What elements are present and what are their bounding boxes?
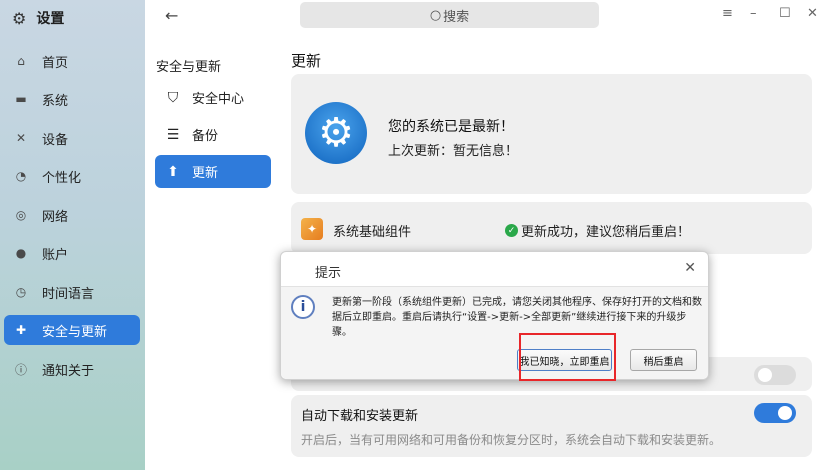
subnav-item-label: 安全中心 [192,92,245,107]
sidebar-item-devices[interactable]: ✕ 设备 [4,123,140,153]
main-panel: ← ○ 搜索 ≡ – ☐ ✕ 安全与更新 ⛉ 安全中心 ☰ 备份 ⬆ 更新 更新… [145,0,833,470]
app-title: ⚙ 设置 [12,8,64,28]
palette-icon: ◔ [15,169,27,183]
search-placeholder: 搜索 [443,9,470,25]
reboot-dialog: 提示 ✕ i 更新第一阶段（系统组件更新）已完成，请您关闭其他程序、保存好打开的… [280,251,709,380]
arrow-up-icon: ⬆ [167,163,179,180]
sidebar-item-personalization[interactable]: ◔ 个性化 [4,161,140,191]
sidebar-item-system[interactable]: ▬ 系统 [4,84,140,114]
sidebar-item-label: 网络 [42,209,69,225]
sidebar-item-account[interactable]: ● 账户 [4,238,140,268]
component-card: ✦ 系统基础组件 ✓ 更新成功，建议您稍后重启！ [291,202,812,254]
sidebar-item-label: 个性化 [42,170,82,186]
maximize-icon[interactable]: ☐ [779,6,791,21]
dialog-body: i 更新第一阶段（系统组件更新）已完成，请您关闭其他程序、保存好打开的文档和数据… [281,286,708,379]
subnav-item-security-center[interactable]: ⛉ 安全中心 [155,81,271,114]
auto-update-description: 开启后，当有可用网络和可用备份和恢复分区时，系统会自动下载和安装更新。 [301,433,722,447]
sidebar-item-notification-about[interactable]: ⓘ 通知关于 [4,354,140,384]
network-icon: ◎ [15,208,27,222]
auto-update-toggle[interactable] [754,403,796,423]
sidebar-item-label: 系统 [42,93,69,109]
subnav: 安全与更新 ⛉ 安全中心 ☰ 备份 ⬆ 更新 [145,0,285,470]
subnav-item-update[interactable]: ⬆ 更新 [155,155,271,188]
sidebar-item-label: 账户 [42,247,69,263]
puzzle-icon: ✦ [301,218,323,240]
page-title: 更新 [291,52,322,70]
shield-outline-icon: ⛉ [167,89,179,106]
app-title-label: 设置 [36,11,65,27]
sidebar-item-label: 通知关于 [42,363,95,379]
gear-icon: ⚙ [12,8,27,28]
subnav-heading: 安全与更新 [156,60,222,75]
setting-toggle[interactable] [754,365,796,385]
status-subtitle: 上次更新：暂无信息！ [388,144,519,159]
sidebar-item-label: 时间语言 [42,286,95,302]
backup-icon: ☰ [166,126,180,143]
component-name: 系统基础组件 [333,225,412,240]
dialog-message: 更新第一阶段（系统组件更新）已完成，请您关闭其他程序、保存好打开的文档和数据后立… [332,297,702,338]
dialog-title: 提示 [315,266,342,281]
check-circle-icon: ✓ [505,224,518,237]
search-input[interactable]: ○ 搜索 [300,2,599,28]
sidebar-item-time-language[interactable]: ◷ 时间语言 [4,277,140,307]
sidebar-item-security-update[interactable]: ✚ 安全与更新 [4,315,140,345]
shield-icon: ✚ [15,323,27,337]
user-icon: ● [15,246,27,260]
devices-icon: ✕ [15,131,27,145]
auto-update-card: 自动下载和安装更新 开启后，当有可用网络和可用备份和恢复分区时，系统会自动下载和… [291,395,812,457]
component-status: ✓ 更新成功，建议您稍后重启！ [505,221,690,240]
info-icon: i [291,295,315,319]
info-icon: ⓘ [14,362,27,377]
update-status-card: ⚙ 您的系统已是最新！ 上次更新：暂无信息！ [291,74,812,194]
subnav-item-label: 更新 [192,166,219,181]
clock-icon: ◷ [15,285,27,299]
sidebar: ⚙ 设置 ⌂ 首页 ▬ 系统 ✕ 设备 ◔ 个性化 ◎ 网络 ● 账户 ◷ 时间… [0,0,145,470]
sidebar-item-label: 设备 [42,132,69,148]
sidebar-item-network[interactable]: ◎ 网络 [4,200,140,230]
subnav-item-backup[interactable]: ☰ 备份 [155,118,271,151]
auto-update-label: 自动下载和安装更新 [301,409,419,424]
minimize-icon[interactable]: – [750,6,757,21]
menu-icon[interactable]: ≡ [722,6,733,21]
sidebar-item-label: 首页 [42,55,69,71]
restart-later-button[interactable]: 稍后重启 [630,349,697,371]
sidebar-item-home[interactable]: ⌂ 首页 [4,46,140,76]
highlight-box [519,333,616,381]
component-status-text: 更新成功，建议您稍后重启！ [521,225,691,240]
sidebar-item-label: 安全与更新 [42,324,108,340]
close-window-icon[interactable]: ✕ [807,6,818,21]
monitor-icon: ▬ [15,92,27,106]
status-title: 您的系统已是最新！ [388,119,514,135]
home-icon: ⌂ [17,54,25,68]
close-icon[interactable]: ✕ [684,260,696,276]
subnav-item-label: 备份 [192,129,219,144]
update-gear-icon: ⚙ [305,102,367,164]
search-icon: ○ [429,7,442,23]
